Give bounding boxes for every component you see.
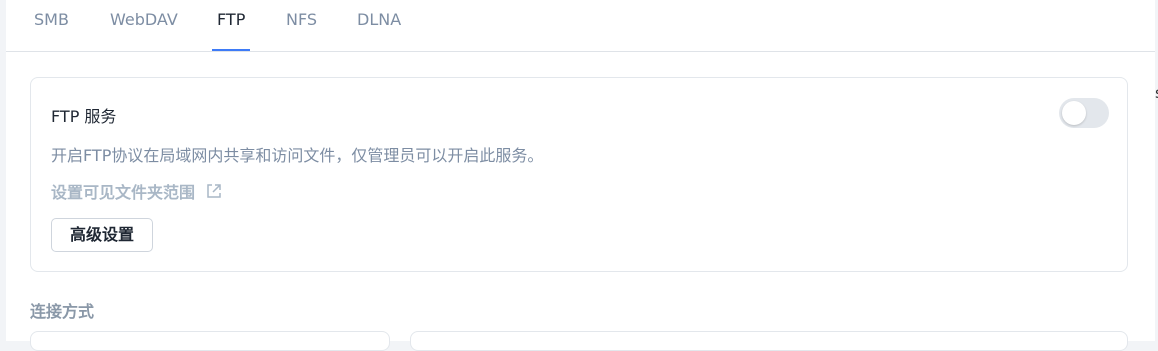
tab-ftp[interactable]: FTP (212, 0, 251, 51)
connection-method-title: 连接方式 (30, 302, 95, 321)
visible-folder-scope-label: 设置可见文件夹范围 (51, 183, 196, 202)
tab-dlna[interactable]: DLNA (357, 0, 401, 51)
visible-folder-scope-link[interactable]: 设置可见文件夹范围 (51, 179, 223, 203)
connection-card-left (30, 331, 390, 351)
advanced-settings-button[interactable]: 高级设置 (51, 218, 153, 252)
tab-webdav[interactable]: WebDAV (110, 0, 178, 51)
settings-panel: SMB WebDAV FTP NFS DLNA FTP 服务 开启FTP协议在局… (6, 0, 1155, 351)
ftp-service-title: FTP 服务 (51, 107, 117, 126)
ftp-service-description: 开启FTP协议在局域网内共享和访问文件，仅管理员可以开启此服务。 (51, 146, 544, 165)
ftp-service-card: FTP 服务 开启FTP协议在局域网内共享和访问文件，仅管理员可以开启此服务。 … (30, 77, 1128, 272)
tab-smb[interactable]: SMB (34, 0, 69, 51)
toggle-knob (1062, 101, 1086, 125)
connection-card-right (410, 331, 1128, 351)
ftp-service-toggle[interactable] (1059, 98, 1109, 128)
protocol-tabs: SMB WebDAV FTP NFS DLNA (6, 0, 1155, 52)
external-link-icon (205, 182, 223, 200)
tab-nfs[interactable]: NFS (286, 0, 317, 51)
